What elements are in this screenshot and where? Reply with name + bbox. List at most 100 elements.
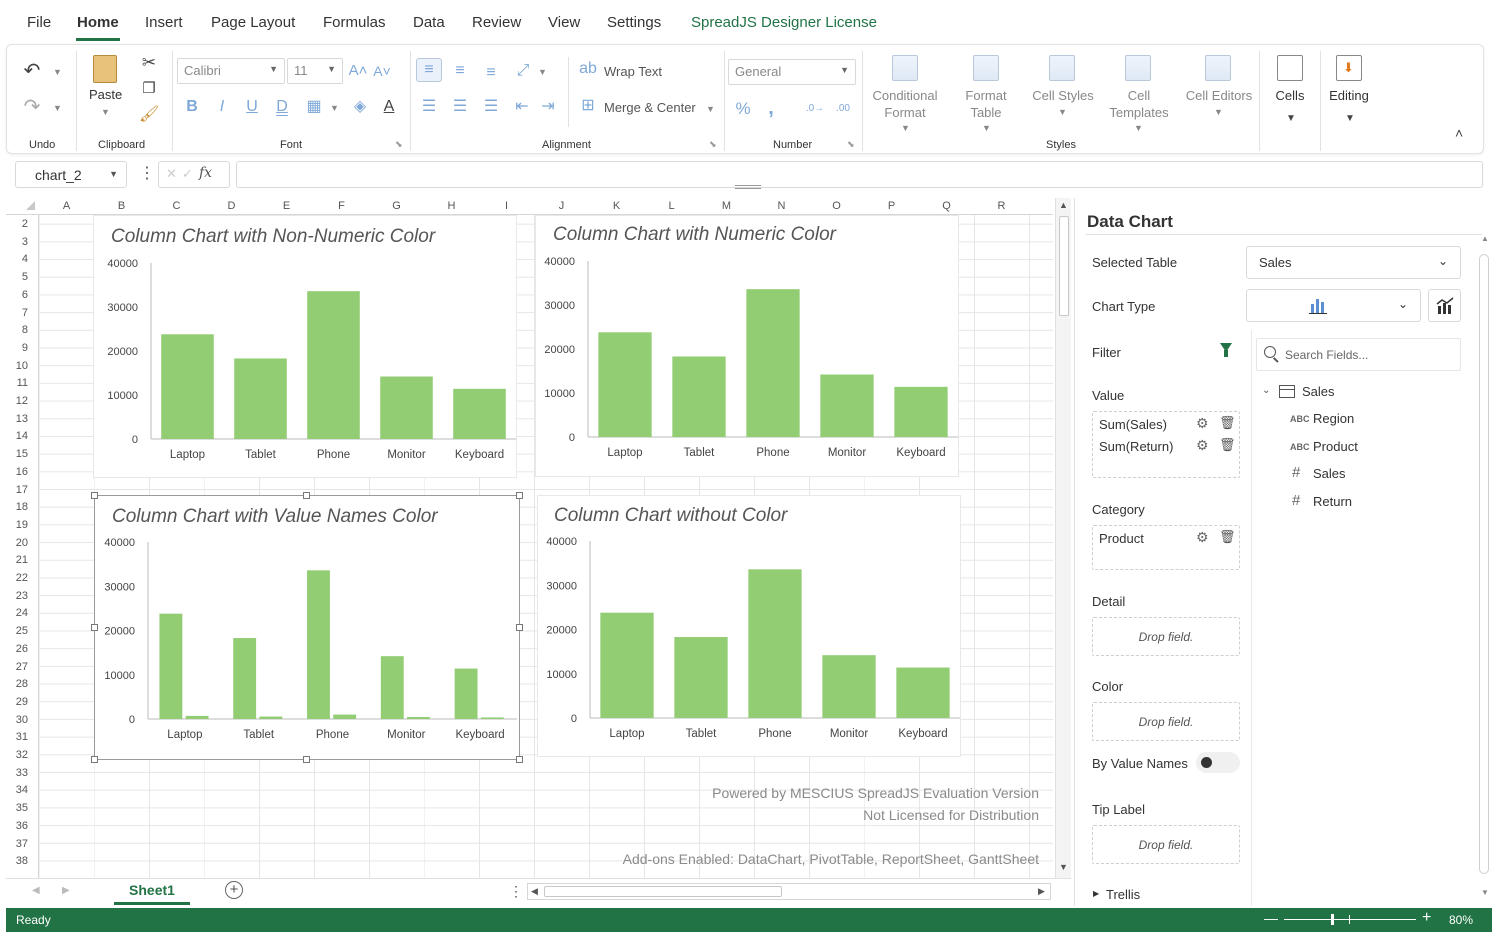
column-header-e[interactable]: E [259, 200, 314, 212]
trellis-expand-icon[interactable]: ▶ [1093, 889, 1099, 898]
cut-icon[interactable]: ✂ [139, 53, 159, 73]
conditional-format-button[interactable]: Conditional Format [867, 87, 943, 121]
row-header-33[interactable]: 33 [6, 767, 28, 779]
borders-dropdown-icon[interactable]: ▼ [330, 103, 339, 113]
decrease-font-icon[interactable]: A˅ [372, 61, 392, 81]
font-size-select[interactable]: 11 ▼ [287, 58, 343, 84]
column-header-p[interactable]: P [864, 200, 919, 212]
wrap-text-icon[interactable]: ab [578, 59, 598, 79]
chart-type-select[interactable]: ⌄ [1246, 289, 1421, 322]
row-header-28[interactable]: 28 [6, 678, 28, 690]
row-header-5[interactable]: 5 [6, 271, 28, 283]
align-left-icon[interactable]: ☰ [419, 97, 439, 117]
font-dialog-launcher-icon[interactable]: ⬊ [395, 139, 403, 150]
bold-icon[interactable]: B [183, 97, 201, 117]
paste-dropdown-icon[interactable]: ▼ [101, 107, 110, 117]
format-table-dropdown-icon[interactable]: ▼ [982, 123, 991, 133]
column-header-h[interactable]: H [424, 200, 479, 212]
vertical-scrollbar[interactable]: ▲ ▼ [1055, 198, 1071, 878]
column-header-b[interactable]: B [94, 200, 149, 212]
row-header-12[interactable]: 12 [6, 395, 28, 407]
gear-icon[interactable]: ⚙ [1196, 529, 1209, 546]
sheet-tab-sheet1[interactable]: Sheet1 [114, 879, 190, 905]
category-drop-zone[interactable]: Product ⚙ 🗑 [1092, 525, 1240, 570]
row-header-15[interactable]: 15 [6, 448, 28, 460]
name-box[interactable]: chart_2 ▼ [15, 161, 127, 188]
resize-handle[interactable] [516, 624, 523, 631]
menu-license[interactable]: SpreadJS Designer License [691, 14, 877, 31]
decrease-decimal-icon[interactable]: .00 [831, 99, 855, 119]
formula-input[interactable] [236, 161, 1483, 188]
menu-settings[interactable]: Settings [607, 14, 661, 31]
row-header-19[interactable]: 19 [6, 519, 28, 531]
confirm-icon[interactable]: ✓ [182, 166, 193, 182]
align-right-icon[interactable]: ☰ [481, 97, 501, 117]
row-header-25[interactable]: 25 [6, 625, 28, 637]
paste-icon[interactable] [93, 55, 117, 83]
row-header-17[interactable]: 17 [6, 484, 28, 496]
orientation-icon[interactable]: ⤢ [513, 61, 533, 81]
column-header-f[interactable]: F [314, 200, 369, 212]
format-table-button[interactable]: Format Table [954, 87, 1018, 121]
cell-styles-icon[interactable] [1049, 55, 1075, 81]
orientation-dropdown-icon[interactable]: ▼ [538, 67, 547, 77]
cell-templates-dropdown-icon[interactable]: ▼ [1134, 123, 1143, 133]
redo-icon[interactable]: ↷ [21, 97, 43, 117]
column-header-l[interactable]: L [644, 200, 699, 212]
row-header-8[interactable]: 8 [6, 324, 28, 336]
merge-center-icon[interactable]: ⊞ [578, 96, 598, 116]
combo-chart-button[interactable] [1428, 289, 1461, 322]
trellis-label[interactable]: Trellis [1106, 887, 1140, 902]
row-header-30[interactable]: 30 [6, 714, 28, 726]
double-underline-icon[interactable]: D [273, 97, 291, 117]
row-header-4[interactable]: 4 [6, 253, 28, 265]
borders-icon[interactable]: ▦ [305, 97, 323, 117]
formula-bar-resize-handle[interactable] [735, 185, 761, 189]
row-header-10[interactable]: 10 [6, 360, 28, 372]
collapse-ribbon-icon[interactable]: ˄ [1455, 125, 1463, 141]
cell-styles-dropdown-icon[interactable]: ▼ [1058, 107, 1067, 117]
add-sheet-icon[interactable]: + [225, 881, 243, 899]
cell-editors-dropdown-icon[interactable]: ▼ [1214, 107, 1223, 117]
row-header-21[interactable]: 21 [6, 554, 28, 566]
chart-non-numeric-color[interactable]: Column Chart with Non-Numeric Color 4000… [93, 215, 517, 478]
decrease-indent-icon[interactable]: ⇤ [512, 97, 532, 117]
row-header-22[interactable]: 22 [6, 572, 28, 584]
align-bottom-icon[interactable]: ≡ [481, 63, 501, 83]
number-dialog-launcher-icon[interactable]: ⬊ [847, 139, 855, 150]
alignment-dialog-launcher-icon[interactable]: ⬊ [709, 139, 717, 150]
insert-function-button[interactable]: fx [199, 165, 212, 181]
row-header-29[interactable]: 29 [6, 696, 28, 708]
column-header-d[interactable]: D [204, 200, 259, 212]
cells-icon[interactable] [1277, 55, 1303, 81]
row-header-26[interactable]: 26 [6, 643, 28, 655]
column-header-r[interactable]: R [974, 200, 1029, 212]
prev-sheet-icon[interactable]: ◀ [32, 885, 40, 896]
detail-drop-zone[interactable]: Drop field. [1092, 617, 1240, 656]
font-color-icon[interactable]: A [380, 97, 398, 117]
panel-scroll-up-icon[interactable]: ▲ [1481, 234, 1489, 243]
row-header-36[interactable]: 36 [6, 820, 28, 832]
number-format-select[interactable]: General ▼ [728, 59, 856, 85]
column-header-m[interactable]: M [699, 200, 754, 212]
value-drop-zone[interactable]: Sum(Sales) ⚙ 🗑 Sum(Return) ⚙ 🗑 [1092, 411, 1240, 478]
column-header-o[interactable]: O [809, 200, 864, 212]
row-header-14[interactable]: 14 [6, 430, 28, 442]
format-painter-icon[interactable]: 🖌 [139, 105, 159, 125]
zoom-in-icon[interactable]: + [1422, 909, 1431, 927]
conditional-format-dropdown-icon[interactable]: ▼ [901, 123, 910, 133]
cell-templates-button[interactable]: Cell Templates [1101, 87, 1177, 121]
menu-review[interactable]: Review [472, 14, 521, 31]
percent-icon[interactable]: % [733, 99, 753, 119]
column-header-q[interactable]: Q [919, 200, 974, 212]
scroll-right-icon[interactable]: ▶ [1038, 886, 1045, 897]
merge-center-button[interactable]: Merge & Center [604, 100, 696, 115]
conditional-format-icon[interactable] [892, 55, 918, 81]
row-header-9[interactable]: 9 [6, 342, 28, 354]
panel-scroll-down-icon[interactable]: ▼ [1481, 888, 1489, 897]
more-options-icon[interactable]: ⋮ [139, 163, 155, 183]
chart-value-names-color[interactable]: Column Chart with Value Names Color 4000… [94, 495, 520, 760]
trash-icon[interactable]: 🗑 [1219, 415, 1236, 431]
next-sheet-icon[interactable]: ▶ [62, 885, 70, 896]
menu-home[interactable]: Home [77, 14, 119, 31]
